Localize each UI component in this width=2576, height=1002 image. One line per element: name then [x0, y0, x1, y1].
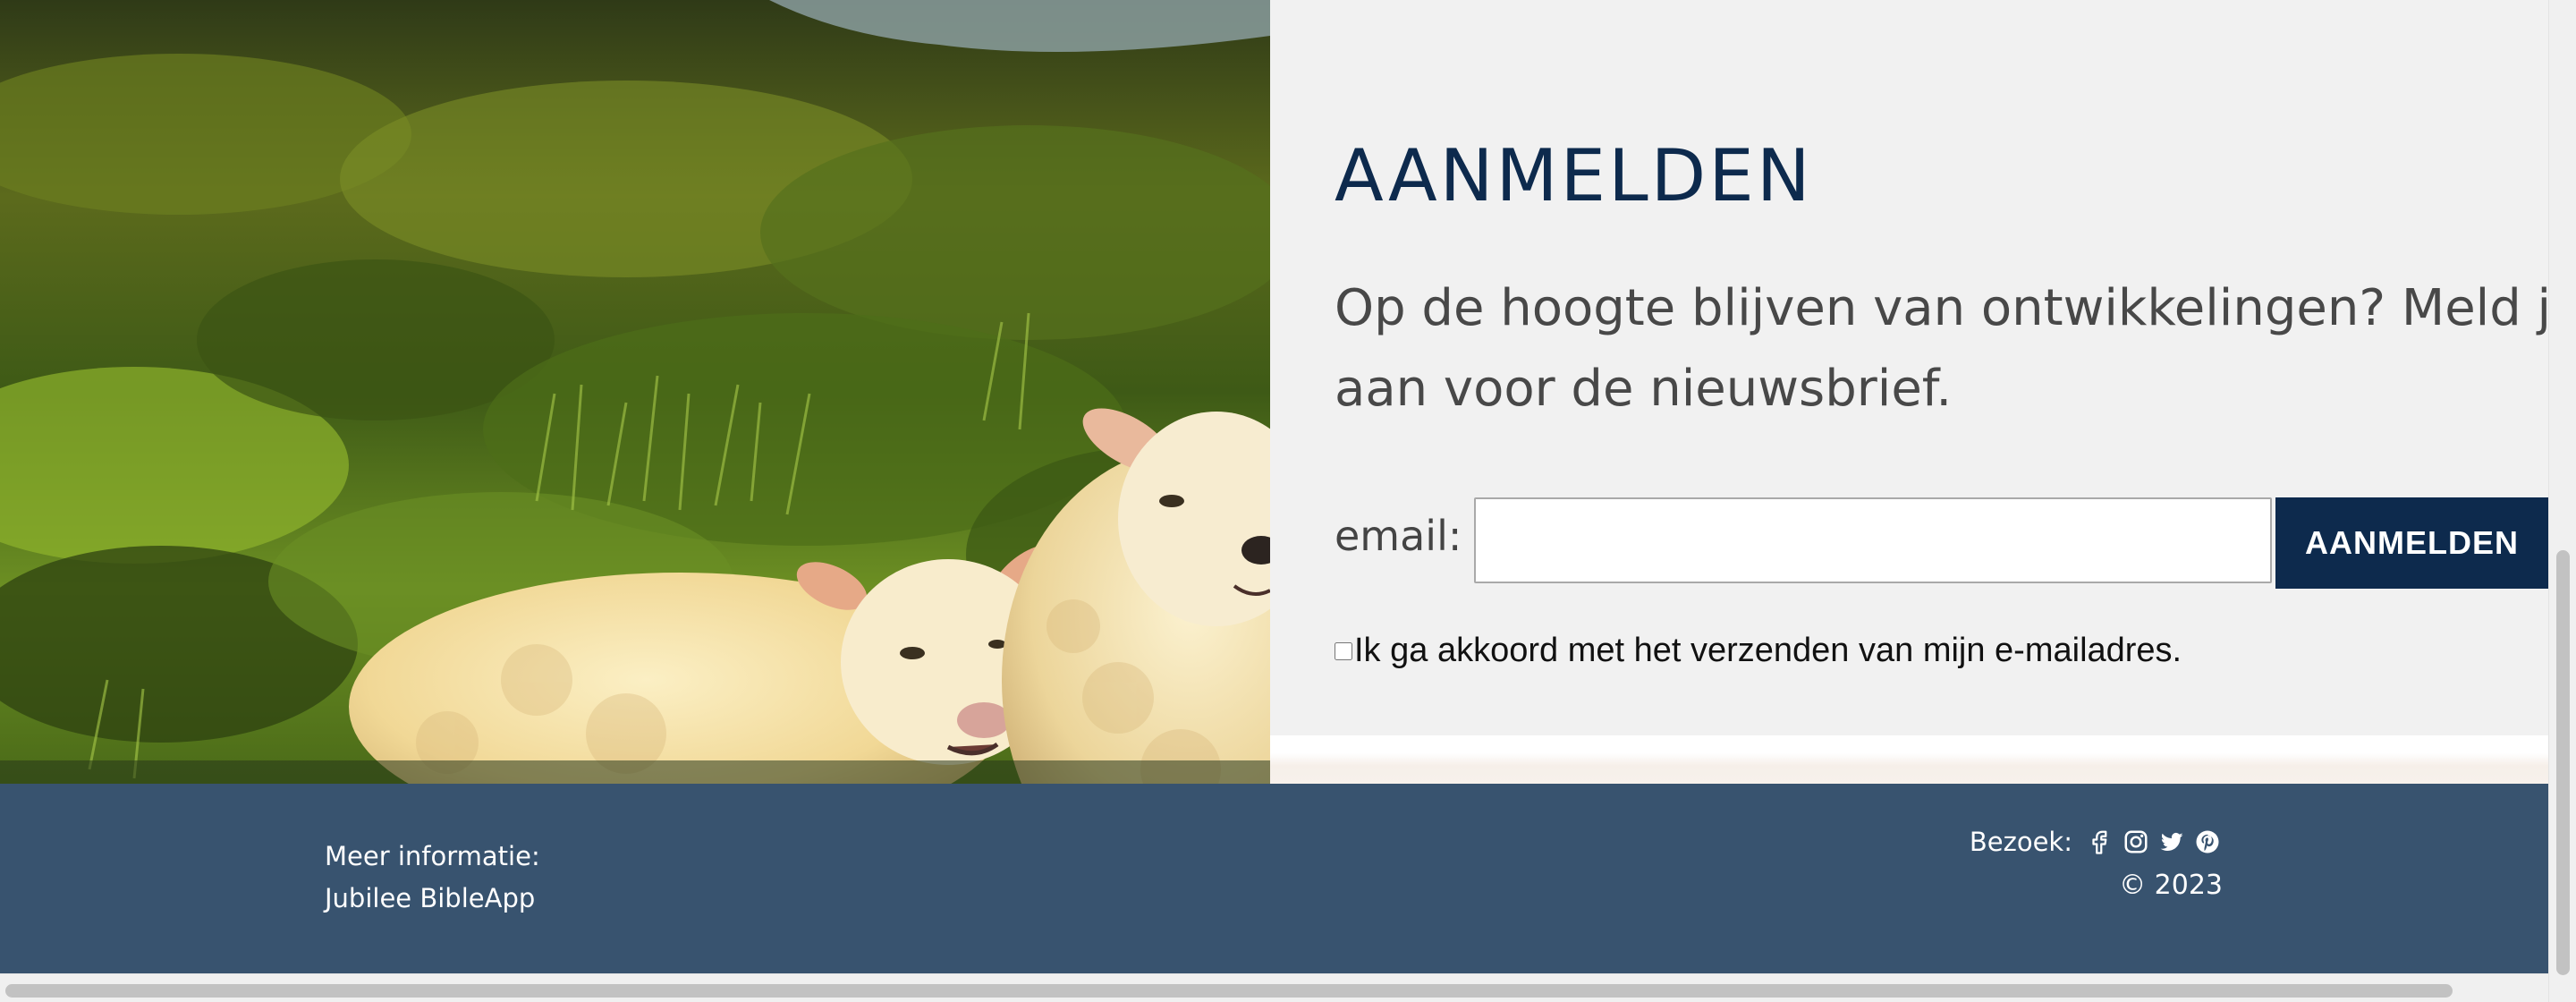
consent-label: Ik ga akkoord met het verzenden van mijn… [1354, 632, 2182, 669]
horizontal-scrollbar[interactable] [0, 973, 2548, 1002]
footer-social: Bezoek: [1970, 827, 2223, 857]
site-footer: Meer informatie: Jubilee BibleApp Bezoek… [0, 784, 2548, 973]
footer-info-label: Meer informatie: [325, 841, 540, 871]
email-label: email: [1335, 512, 1462, 560]
subscribe-button[interactable]: AANMELDEN [2275, 497, 2548, 589]
signup-intro-line-1: Op de hoogte blijven van ontwikkelingen?… [1335, 279, 2548, 337]
horizontal-scrollbar-thumb[interactable] [5, 984, 2453, 998]
email-input[interactable] [1474, 497, 2272, 583]
vertical-scrollbar[interactable] [2548, 0, 2576, 1002]
twitter-icon[interactable] [2157, 827, 2187, 857]
signup-intro: Op de hoogte blijven van ontwikkelingen?… [1335, 268, 2548, 429]
footer-app-name: Jubilee BibleApp [325, 883, 536, 913]
newsletter-signup-panel: AANMELDEN Op de hoogte blijven van ontwi… [1270, 0, 2548, 735]
sheep-image [0, 0, 1270, 784]
consent-checkbox[interactable] [1335, 641, 1352, 660]
hero-photo-sheep [0, 0, 1270, 784]
signup-intro-line-2: aan voor de nieuwsbrief. [1335, 360, 1953, 418]
pinterest-icon[interactable] [2192, 827, 2223, 857]
instagram-icon[interactable] [2121, 827, 2151, 857]
footer-copyright: © 2023 [2119, 870, 2223, 901]
signup-title: AANMELDEN [1335, 134, 1813, 217]
facebook-icon[interactable] [2085, 827, 2115, 857]
vertical-scrollbar-thumb[interactable] [2556, 550, 2570, 975]
section-divider [1270, 735, 2548, 784]
consent-row[interactable]: Ik ga akkoord met het verzenden van mijn… [1335, 632, 2182, 670]
footer-visit-label: Bezoek: [1969, 827, 2072, 857]
